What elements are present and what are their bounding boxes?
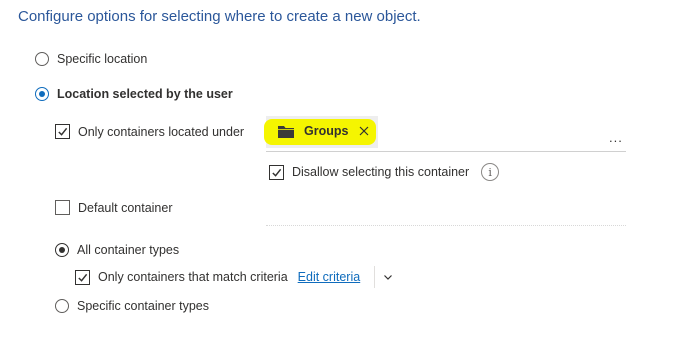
picker-underline xyxy=(266,151,626,152)
default-container-option[interactable]: Default container xyxy=(55,200,173,215)
user-location-radio[interactable] xyxy=(35,87,49,101)
all-container-types-option[interactable]: All container types xyxy=(55,243,179,257)
user-location-option[interactable]: Location selected by the user xyxy=(35,87,233,101)
checkmark-icon xyxy=(58,127,68,136)
specific-location-radio[interactable] xyxy=(35,52,49,66)
all-container-types-radio[interactable] xyxy=(55,243,69,257)
specific-location-option[interactable]: Specific location xyxy=(35,52,147,66)
groups-chip[interactable]: Groups xyxy=(278,124,370,138)
containers-under-label: Only containers located under xyxy=(78,124,245,139)
user-location-label: Location selected by the user xyxy=(57,87,233,101)
remove-chip-icon[interactable] xyxy=(358,125,370,137)
containers-under-option[interactable]: Only containers located under xyxy=(55,124,244,139)
specific-container-types-radio[interactable] xyxy=(55,299,69,313)
info-icon[interactable]: i xyxy=(481,163,500,181)
specific-container-types-label: Specific container types xyxy=(77,299,210,313)
checkmark-icon xyxy=(272,168,282,177)
disallow-label: Disallow selecting this container xyxy=(292,165,470,179)
divider xyxy=(266,225,626,226)
more-options-button[interactable]: ... xyxy=(609,130,623,145)
specific-location-label: Specific location xyxy=(57,52,148,66)
folder-icon xyxy=(278,125,294,138)
separator xyxy=(374,266,376,288)
match-criteria-label: Only containers that match criteria xyxy=(98,270,288,284)
specific-container-types-option[interactable]: Specific container types xyxy=(55,299,209,313)
containers-under-checkbox[interactable] xyxy=(55,124,70,139)
all-container-types-label: All container types xyxy=(77,243,180,257)
chevron-down-icon[interactable] xyxy=(383,272,393,282)
page-heading: Configure options for selecting where to… xyxy=(18,8,421,25)
disallow-checkbox[interactable] xyxy=(269,164,284,180)
groups-chip-label: Groups xyxy=(304,124,349,138)
disallow-option[interactable]: Disallow selecting this container i xyxy=(269,163,500,181)
match-criteria-checkbox[interactable] xyxy=(75,269,90,285)
match-criteria-option[interactable]: Only containers that match criteria Edit… xyxy=(75,266,393,288)
checkmark-icon xyxy=(78,273,88,282)
edit-criteria-link[interactable]: Edit criteria xyxy=(298,270,361,284)
default-container-checkbox[interactable] xyxy=(55,200,70,215)
default-container-label: Default container xyxy=(78,200,173,215)
